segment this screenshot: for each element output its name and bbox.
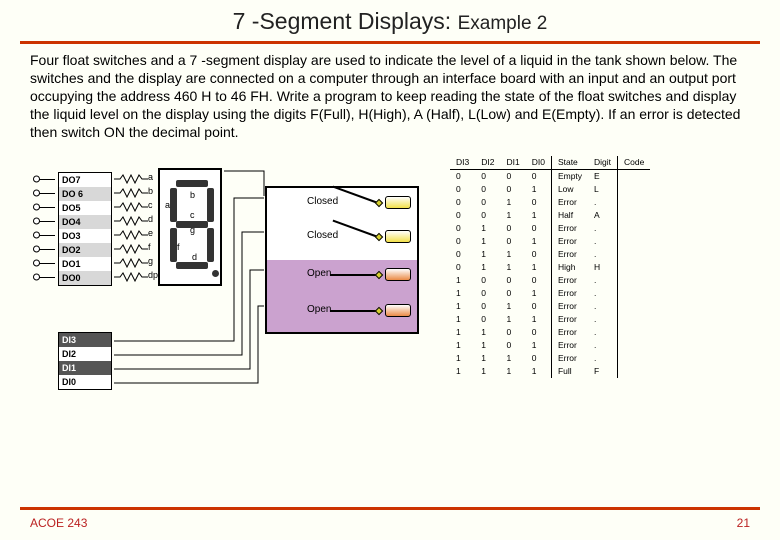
table-row: 0101Error. xyxy=(450,235,650,248)
float-switch-3 xyxy=(385,268,411,281)
float-switch-1 xyxy=(385,196,411,209)
truth-table: DI3 DI2 DI1 DI0 State Digit Code 0000Emp… xyxy=(450,156,650,378)
footer-rule xyxy=(20,507,760,510)
table-row: 1100Error. xyxy=(450,326,650,339)
table-row: 0001LowL xyxy=(450,183,650,196)
diagram-area: DO7 DO 6 DO5 DO4 DO3 DO2 DO1 DO0 a b c d… xyxy=(20,152,780,462)
title-sub: Example 2 xyxy=(458,13,548,34)
table-row: 0100Error. xyxy=(450,222,650,235)
di2-label: DI2 xyxy=(59,347,111,361)
do1-label: DO1 xyxy=(59,257,111,271)
float-2-state: Closed xyxy=(307,230,338,241)
do3-label: DO3 xyxy=(59,229,111,243)
do7-label: DO7 xyxy=(59,173,111,187)
di1-label: DI1 xyxy=(59,361,111,375)
title-rule xyxy=(20,41,760,44)
do4-label: DO4 xyxy=(59,215,111,229)
liquid-tank: Closed Closed Open Open xyxy=(265,186,419,334)
do2-label: DO2 xyxy=(59,243,111,257)
di3-label: DI3 xyxy=(59,333,111,347)
do6-label: DO 6 xyxy=(59,187,111,201)
table-row: 0010Error. xyxy=(450,196,650,209)
title-main: 7 -Segment Displays: xyxy=(233,8,452,34)
table-row: 1011Error. xyxy=(450,313,650,326)
table-header-row: DI3 DI2 DI1 DI0 State Digit Code xyxy=(450,156,650,170)
table-row: 0011HalfA xyxy=(450,209,650,222)
float-switch-4 xyxy=(385,304,411,317)
table-row: 1010Error. xyxy=(450,300,650,313)
do0-label: DO0 xyxy=(59,271,111,285)
table-row: 0111HighH xyxy=(450,261,650,274)
float-switch-2 xyxy=(385,230,411,243)
digital-output-port: DO7 DO 6 DO5 DO4 DO3 DO2 DO1 DO0 xyxy=(58,172,112,286)
wiring-icon xyxy=(114,166,284,396)
float-4-state: Open xyxy=(307,304,331,315)
footer-page: 21 xyxy=(737,516,750,530)
table-row: 0000EmptyE xyxy=(450,169,650,183)
footer-course: ACOE 243 xyxy=(30,516,87,530)
table-row: 1111FullF xyxy=(450,365,650,378)
digital-input-port: DI3 DI2 DI1 DI0 xyxy=(58,332,112,390)
di0-label: DI0 xyxy=(59,375,111,389)
table-row: 0110Error. xyxy=(450,248,650,261)
float-3-state: Open xyxy=(307,268,331,279)
table-row: 1110Error. xyxy=(450,352,650,365)
float-1-state: Closed xyxy=(307,196,338,207)
table-row: 1000Error. xyxy=(450,274,650,287)
do5-label: DO5 xyxy=(59,201,111,215)
table-row: 1001Error. xyxy=(450,287,650,300)
slide-title: 7 -Segment Displays: Example 2 xyxy=(0,0,780,35)
problem-text: Four float switches and a 7 -segment dis… xyxy=(30,52,754,142)
table-row: 1101Error. xyxy=(450,339,650,352)
